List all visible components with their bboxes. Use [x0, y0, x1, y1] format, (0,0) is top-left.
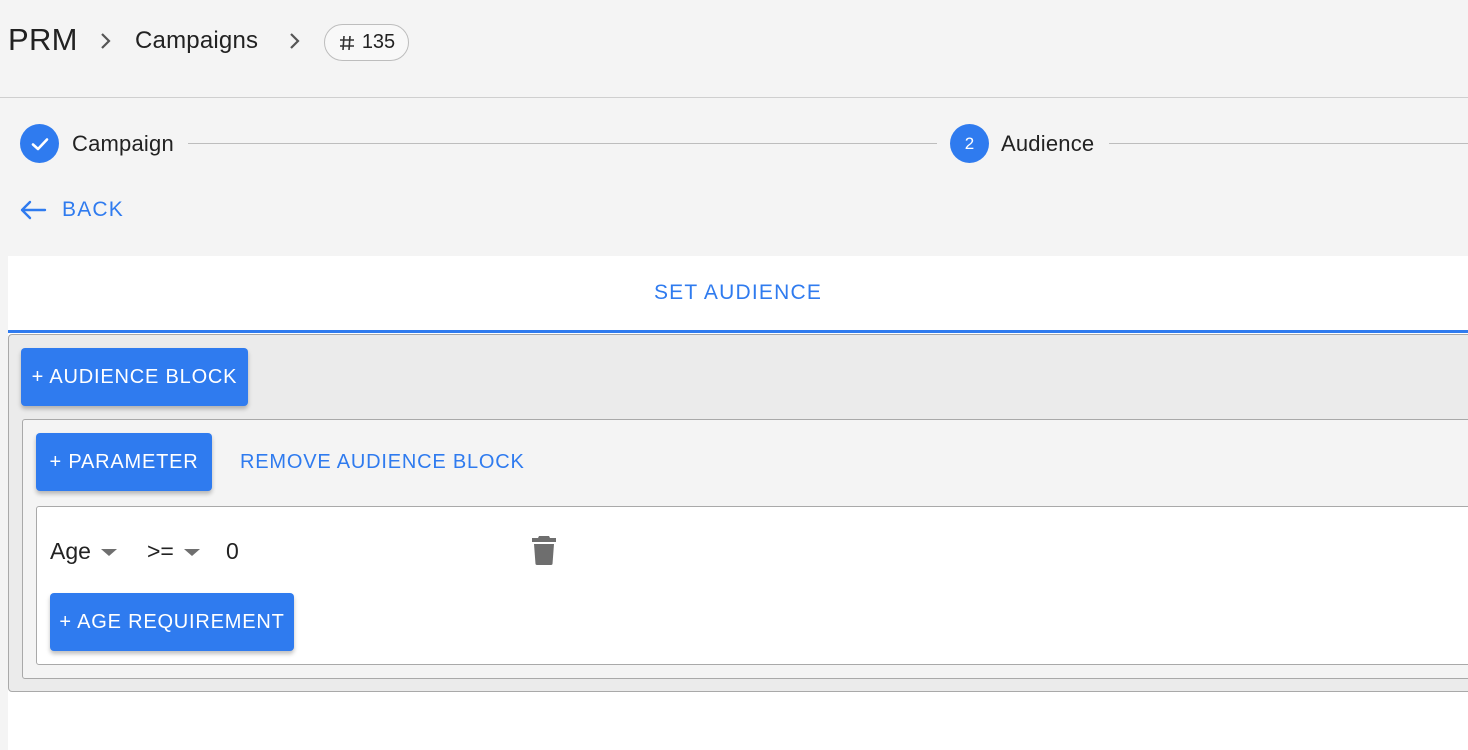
tab-set-audience[interactable]: SET AUDIENCE — [8, 256, 1468, 333]
step-connector — [188, 143, 937, 144]
add-audience-block-button[interactable]: + AUDIENCE BLOCK — [21, 348, 248, 406]
back-button[interactable]: BACK — [18, 196, 124, 224]
add-parameter-button[interactable]: + PARAMETER — [36, 433, 212, 491]
back-label: BACK — [62, 198, 124, 221]
audience-blocks-container: + AUDIENCE BLOCK + PARAMETER REMOVE AUDI… — [8, 334, 1468, 692]
value-input[interactable] — [226, 535, 476, 567]
field-select-value: Age — [50, 537, 91, 564]
caret-down-icon — [100, 548, 117, 556]
breadcrumb-root[interactable]: PRM — [8, 22, 78, 58]
campaign-id-chip: 135 — [324, 24, 409, 61]
hash-icon — [338, 34, 356, 52]
operator-select-value: >= — [147, 537, 174, 564]
step-audience-label: Audience — [1001, 131, 1095, 156]
chevron-right-icon — [96, 30, 116, 52]
arrow-left-icon — [18, 198, 48, 222]
remove-audience-block-button[interactable]: REMOVE AUDIENCE BLOCK — [240, 451, 525, 474]
campaign-id: 135 — [361, 31, 396, 53]
chevron-right-icon — [285, 30, 305, 52]
audience-card: SET AUDIENCE + AUDIENCE BLOCK + PARAMETE… — [8, 256, 1468, 750]
caret-down-icon — [183, 548, 200, 556]
app-header: PRM Campaigns 135 — [0, 0, 1468, 98]
breadcrumb-campaigns[interactable]: Campaigns — [135, 27, 258, 55]
step-connector — [1109, 143, 1468, 144]
step-campaign-check-icon — [20, 124, 59, 163]
field-select[interactable]: Age — [50, 536, 117, 566]
trash-icon[interactable] — [531, 534, 557, 566]
audience-block: + PARAMETER REMOVE AUDIENCE BLOCK Age >=… — [22, 419, 1468, 679]
parameter-row: Age >= + AGE REQUIREMENT — [36, 506, 1468, 665]
operator-select[interactable]: >= — [147, 536, 200, 566]
step-campaign-label: Campaign — [72, 131, 174, 156]
step-audience-number: 2 — [950, 124, 989, 163]
add-age-requirement-button[interactable]: + AGE REQUIREMENT — [50, 593, 294, 651]
